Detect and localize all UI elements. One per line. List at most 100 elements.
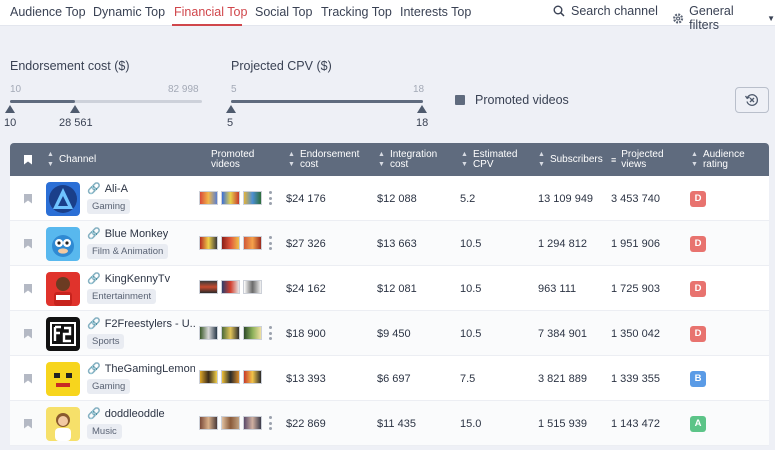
video-thumbnail[interactable] — [221, 326, 240, 340]
video-thumbnail[interactable] — [243, 236, 262, 250]
avatar[interactable] — [46, 407, 80, 441]
video-thumbnail[interactable] — [243, 191, 262, 205]
video-thumbnail[interactable] — [221, 280, 240, 294]
header-projected-views[interactable]: ≡ Projected views — [611, 143, 664, 176]
cpv-range-fill — [231, 100, 423, 103]
caret-down-icon: ▼ — [767, 13, 775, 23]
video-thumbnail[interactable] — [199, 280, 218, 294]
video-thumbnail[interactable] — [199, 370, 218, 384]
rating-badge: B — [690, 370, 706, 387]
more-videos-icon[interactable] — [267, 415, 273, 431]
endorsement-cost: $13 393 — [286, 372, 326, 385]
bookmark-button[interactable] — [24, 401, 32, 446]
channel-name[interactable]: 🔗 Ali-A — [87, 182, 128, 196]
tab-financial-top[interactable]: Financial Top — [174, 5, 247, 19]
channel-name[interactable]: 🔗 Blue Monkey — [87, 227, 168, 241]
cpv-low-handle[interactable] — [226, 105, 236, 113]
video-thumbnail[interactable] — [243, 370, 262, 384]
estimated-cpv: 10.5 — [460, 237, 482, 250]
video-thumbnail[interactable] — [243, 326, 262, 340]
channel-name[interactable]: 🔗 doddleoddle — [87, 407, 165, 421]
filters-label: General filters — [689, 4, 734, 32]
table-row[interactable]: 🔗 Ali-A Gaming $24 176 $12 088 5.2 13 109… — [10, 176, 769, 221]
table-body: 🔗 Ali-A Gaming $24 176 $12 088 5.2 13 109… — [10, 176, 769, 446]
more-videos-icon[interactable] — [267, 190, 273, 206]
active-tab-indicator — [172, 24, 242, 26]
table-row[interactable]: 🔗 Blue Monkey Film & Animation $27 326 $1… — [10, 221, 769, 266]
header-endorsement-label: Endorsement cost — [299, 148, 360, 170]
video-thumbnail[interactable] — [221, 191, 240, 205]
table-row[interactable]: 🔗 F2Freestylers - U... Sports $18 900 $9 … — [10, 311, 769, 356]
video-thumbnail[interactable] — [221, 236, 240, 250]
search-channel[interactable]: Search channel — [553, 4, 658, 18]
header-estimated-cpv[interactable]: ▲ ▼ Estimated CPV — [461, 143, 517, 176]
header-bookmark[interactable] — [24, 143, 32, 176]
tab-dynamic-top[interactable]: Dynamic Top — [93, 5, 165, 19]
reset-filters-button[interactable] — [735, 87, 769, 113]
search-icon — [553, 5, 565, 17]
video-thumbnail[interactable] — [221, 370, 240, 384]
rating-badge: D — [690, 325, 706, 342]
header-endorsement-cost[interactable]: ▲ ▼ Endorsement cost — [288, 143, 359, 176]
cpv-high-value: 18 — [416, 117, 429, 129]
more-videos-icon[interactable] — [267, 325, 273, 341]
table-row[interactable]: 🔗 KingKennyTv Entertainment $24 162 $12 0… — [10, 266, 769, 311]
bookmark-button[interactable] — [24, 221, 32, 266]
tab-social-top[interactable]: Social Top — [255, 5, 312, 19]
bookmark-icon — [24, 418, 32, 429]
more-videos-icon[interactable] — [267, 235, 273, 251]
header-promoted-videos[interactable]: Promoted videos — [211, 143, 254, 176]
cpv-high-handle[interactable] — [417, 105, 427, 113]
table-row[interactable]: 🔗 doddleoddle Music $22 869 $11 435 15.0 … — [10, 401, 769, 446]
video-thumbnail[interactable] — [243, 416, 262, 430]
link-icon: 🔗 — [87, 183, 101, 195]
estimated-cpv: 15.0 — [460, 417, 482, 430]
bookmark-button[interactable] — [24, 266, 32, 311]
rating-badge: A — [690, 415, 706, 432]
promoted-videos-label[interactable]: Promoted videos — [475, 93, 569, 107]
video-thumbnail[interactable] — [199, 326, 218, 340]
table-row[interactable]: 🔗 TheGamingLemon Gaming $13 393 $6 697 7.… — [10, 356, 769, 401]
subscribers: 13 109 949 — [538, 192, 594, 205]
cpv-slider-title: Projected CPV ($) — [231, 59, 332, 73]
avatar[interactable] — [46, 227, 80, 261]
video-thumbnail[interactable] — [199, 236, 218, 250]
header-audience-rating[interactable]: ▲ ▼ Audience rating — [691, 143, 745, 176]
sort-icon: ▲ ▼ — [288, 150, 295, 168]
header-subscribers[interactable]: ▲ ▼ Subscribers — [538, 143, 603, 176]
projected-views: 1 725 903 — [611, 282, 660, 295]
channel-name[interactable]: 🔗 F2Freestylers - U... — [87, 317, 195, 331]
header-views-label: Projected views — [621, 148, 664, 170]
header-integration-label: Integration cost — [389, 148, 438, 170]
video-thumbnail[interactable] — [221, 416, 240, 430]
general-filters-button[interactable]: General filters ▼ — [672, 4, 775, 32]
endorsement-high-handle[interactable] — [70, 105, 80, 113]
endorsement-low-handle[interactable] — [5, 105, 15, 113]
integration-cost: $12 081 — [377, 282, 417, 295]
category-badge: Entertainment — [87, 289, 157, 304]
bookmark-button[interactable] — [24, 176, 32, 221]
avatar[interactable] — [46, 317, 80, 351]
avatar[interactable] — [46, 362, 80, 396]
link-icon: 🔗 — [87, 363, 101, 375]
video-thumbnail[interactable] — [199, 416, 218, 430]
tab-audience-top[interactable]: Audience Top — [10, 5, 86, 19]
header-channel[interactable]: ▲ ▼ Channel — [47, 143, 96, 176]
avatar[interactable] — [46, 272, 80, 306]
promoted-videos-checkbox[interactable] — [455, 95, 465, 105]
tab-tracking-top[interactable]: Tracking Top — [321, 5, 392, 19]
category-badge: Gaming — [87, 199, 131, 214]
estimated-cpv: 10.5 — [460, 327, 482, 340]
channel-name[interactable]: 🔗 KingKennyTv — [87, 272, 170, 286]
bookmark-icon — [24, 154, 32, 165]
avatar[interactable] — [46, 182, 80, 216]
estimated-cpv: 5.2 — [460, 192, 476, 205]
video-thumbnail[interactable] — [199, 191, 218, 205]
video-thumbnail[interactable] — [243, 280, 262, 294]
endorsement-max: 82 998 — [168, 84, 199, 95]
bookmark-button[interactable] — [24, 356, 32, 401]
tab-interests-top[interactable]: Interests Top — [400, 5, 471, 19]
header-integration-cost[interactable]: ▲ ▼ Integration cost — [378, 143, 437, 176]
channel-name[interactable]: 🔗 TheGamingLemon — [87, 362, 195, 376]
bookmark-button[interactable] — [24, 311, 32, 356]
